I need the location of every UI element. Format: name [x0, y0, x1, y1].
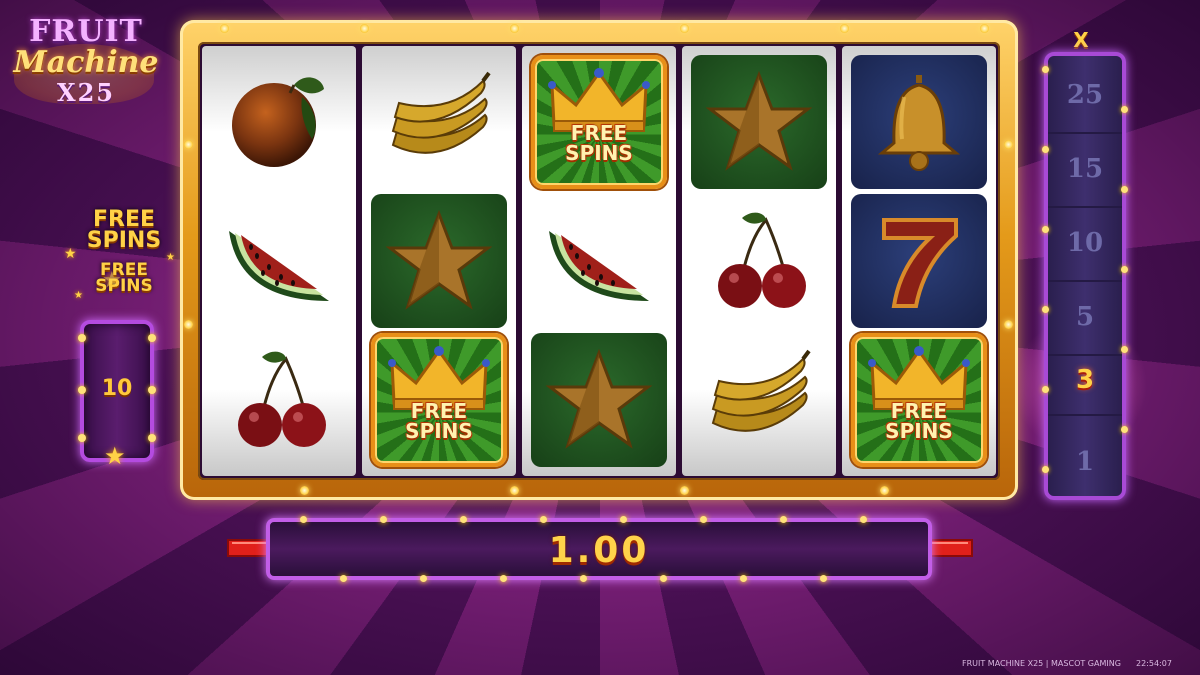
big-star-icon: ★ [102, 268, 122, 293]
reel-2: FREE SPINS [362, 46, 516, 476]
multiplier-ladder: 25 15 10 5 3 1 [1042, 52, 1128, 500]
free-spins-symbol-label: FREE SPINS [885, 399, 953, 444]
seven-icon [882, 217, 958, 308]
free-spins-label-stack: FREE SPINS FREE SPINS ★ ★ ★ ★ [64, 207, 184, 301]
reel-4 [682, 46, 836, 476]
footer-game-title: FRUIT MACHINE X25 | MASCOT GAMING [962, 659, 1121, 668]
cherry-icon [238, 351, 326, 448]
symbol-cherry [691, 194, 827, 328]
counter-star-icon: ★ [104, 442, 126, 470]
footer-clock: 22:54:07 [1136, 659, 1172, 668]
game-logo: FRUIT Machine X25 [6, 14, 166, 132]
banana-icon [711, 350, 811, 433]
free-spins-title: FREE SPINS [86, 207, 162, 253]
star-icon [705, 70, 813, 171]
free-spins-symbol-label: FREE SPINS [565, 120, 633, 165]
sparkle-star-icon: ★ [64, 246, 77, 262]
cherry-icon [718, 212, 806, 308]
bell-icon [877, 74, 961, 171]
star-icon [385, 209, 493, 310]
slot-frame: FREE SPINS FREE SPINS FREE SPINS [180, 20, 1018, 500]
symbol-cherry [211, 333, 347, 467]
multiplier-step-25: 25 [1048, 58, 1122, 134]
free-spins-counter: 10 ★ [78, 320, 156, 470]
free-spins-symbol-label: FREE SPINS [405, 399, 473, 444]
watermelon-icon [229, 230, 329, 301]
symbol-bell [851, 54, 987, 189]
multiplier-step-5: 5 [1048, 280, 1122, 356]
win-amount: 1.00 [548, 530, 650, 571]
symbol-star [531, 333, 667, 468]
logo-line-fruit: FRUIT [29, 14, 143, 49]
logo-line-machine: Machine [13, 45, 159, 80]
logo-line-x25: X25 [56, 78, 116, 107]
win-display: 1.00 [266, 516, 932, 582]
symbol-orange [211, 55, 347, 189]
symbol-star [691, 54, 827, 189]
banana-icon [391, 71, 491, 154]
symbol-banana [371, 55, 507, 189]
reel-5: FREE SPINS [842, 46, 996, 476]
symbol-free-spins: FREE SPINS [851, 333, 987, 468]
multiplier-step-10: 10 [1048, 206, 1122, 282]
symbol-free-spins: FREE SPINS [531, 54, 667, 189]
multiplier-step-1: 1 [1075, 447, 1095, 477]
watermelon-icon [549, 230, 649, 301]
symbol-banana [691, 333, 827, 467]
multiplier-header: X [1073, 28, 1089, 52]
multiplier-step-15: 15 [1048, 132, 1122, 208]
free-spins-count: 10 [101, 376, 133, 401]
reel-3: FREE SPINS [522, 46, 676, 476]
symbol-watermelon [211, 194, 347, 328]
multiplier-step-3-active: 3 [1048, 346, 1122, 416]
orange-icon [232, 76, 324, 167]
reel-1 [202, 46, 356, 476]
symbol-watermelon [531, 194, 667, 328]
symbol-seven [851, 193, 987, 328]
sparkle-star-icon: ★ [74, 290, 83, 301]
symbol-star [371, 193, 507, 328]
symbol-free-spins: FREE SPINS [371, 333, 507, 468]
sparkle-star-icon: ★ [166, 252, 175, 263]
star-icon [545, 349, 653, 450]
reel-area: FREE SPINS FREE SPINS FREE SPINS [198, 42, 1000, 480]
